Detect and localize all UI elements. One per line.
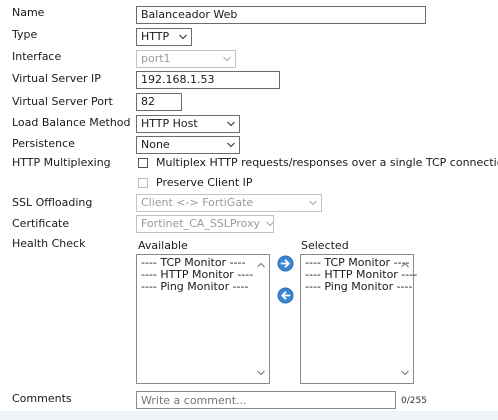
chevron-down-icon xyxy=(309,200,317,206)
selected-list-caption: Selected xyxy=(301,239,349,252)
chevron-down-icon xyxy=(266,221,273,227)
virtual-server-form: Name Balanceador Web Type HTTP Interface… xyxy=(0,0,498,420)
type-select-value: HTTP xyxy=(141,30,170,43)
available-monitors-list[interactable]: ---- TCP Monitor ---- ---- HTTP Monitor … xyxy=(136,254,270,384)
chevron-down-icon[interactable] xyxy=(257,370,265,376)
chevron-down-icon xyxy=(227,142,235,148)
chevron-down-icon[interactable] xyxy=(401,370,409,376)
chevron-down-icon xyxy=(179,34,187,40)
virtual-server-port-label: Virtual Server Port xyxy=(12,95,113,108)
preserve-client-ip-option: Preserve Client IP xyxy=(138,176,253,189)
interface-select-value: port1 xyxy=(141,52,171,65)
name-input[interactable]: Balanceador Web xyxy=(136,6,426,24)
ssl-offloading-value: Client <-> FortiGate xyxy=(141,196,254,209)
persistence-value: None xyxy=(141,138,170,151)
selected-monitors-list[interactable]: ---- TCP Monitor ---- ---- HTTP Monitor … xyxy=(300,254,417,384)
list-item[interactable]: ---- Ping Monitor ---- xyxy=(141,281,265,293)
virtual-server-ip-input[interactable]: 192.168.1.53 xyxy=(136,71,280,89)
comments-label: Comments xyxy=(12,392,72,405)
load-balance-method-label: Load Balance Method xyxy=(12,116,131,129)
arrow-left-circle-icon[interactable] xyxy=(277,287,294,304)
ssl-offloading-select: Client <-> FortiGate xyxy=(136,194,322,212)
load-balance-method-select[interactable]: HTTP Host xyxy=(136,115,240,133)
interface-select: port1 xyxy=(136,50,236,68)
chevron-down-icon xyxy=(227,121,235,127)
chevron-up-icon[interactable] xyxy=(401,262,409,268)
preserve-client-ip-label: Preserve Client IP xyxy=(156,176,253,189)
comments-input[interactable] xyxy=(136,391,396,409)
health-check-label: Health Check xyxy=(12,237,86,250)
selected-list-scrollbar[interactable] xyxy=(398,256,412,382)
load-balance-method-value: HTTP Host xyxy=(141,117,198,130)
type-label: Type xyxy=(12,28,38,41)
chevron-down-icon xyxy=(223,56,231,62)
persistence-label: Persistence xyxy=(12,137,75,150)
certificate-select: Fortinet_CA_SSLProxy xyxy=(136,215,274,233)
multiplex-checkbox-label: Multiplex HTTP requests/responses over a… xyxy=(156,156,498,169)
name-label: Name xyxy=(12,6,45,19)
certificate-value: Fortinet_CA_SSLProxy xyxy=(141,217,261,230)
multiplex-checkbox[interactable] xyxy=(138,157,148,168)
http-multiplexing-label: HTTP Multiplexing xyxy=(12,156,111,169)
chevron-up-icon[interactable] xyxy=(257,262,265,268)
arrow-right-circle-icon[interactable] xyxy=(277,255,294,272)
persistence-select[interactable]: None xyxy=(136,136,240,154)
available-list-caption: Available xyxy=(138,239,188,252)
multiplex-option[interactable]: Multiplex HTTP requests/responses over a… xyxy=(138,156,498,169)
list-item[interactable]: ---- Ping Monitor ---- xyxy=(305,281,412,293)
virtual-server-ip-label: Virtual Server IP xyxy=(12,72,101,85)
certificate-label: Certificate xyxy=(12,217,70,230)
interface-label: Interface xyxy=(12,50,62,63)
bottom-bar xyxy=(0,411,498,420)
preserve-client-ip-checkbox xyxy=(138,177,148,188)
ssl-offloading-label: SSL Offloading xyxy=(12,196,93,209)
comments-char-counter: 0/255 xyxy=(401,396,427,406)
available-list-scrollbar[interactable] xyxy=(254,256,268,382)
virtual-server-port-input[interactable]: 82 xyxy=(136,93,182,111)
type-select[interactable]: HTTP xyxy=(136,28,192,46)
